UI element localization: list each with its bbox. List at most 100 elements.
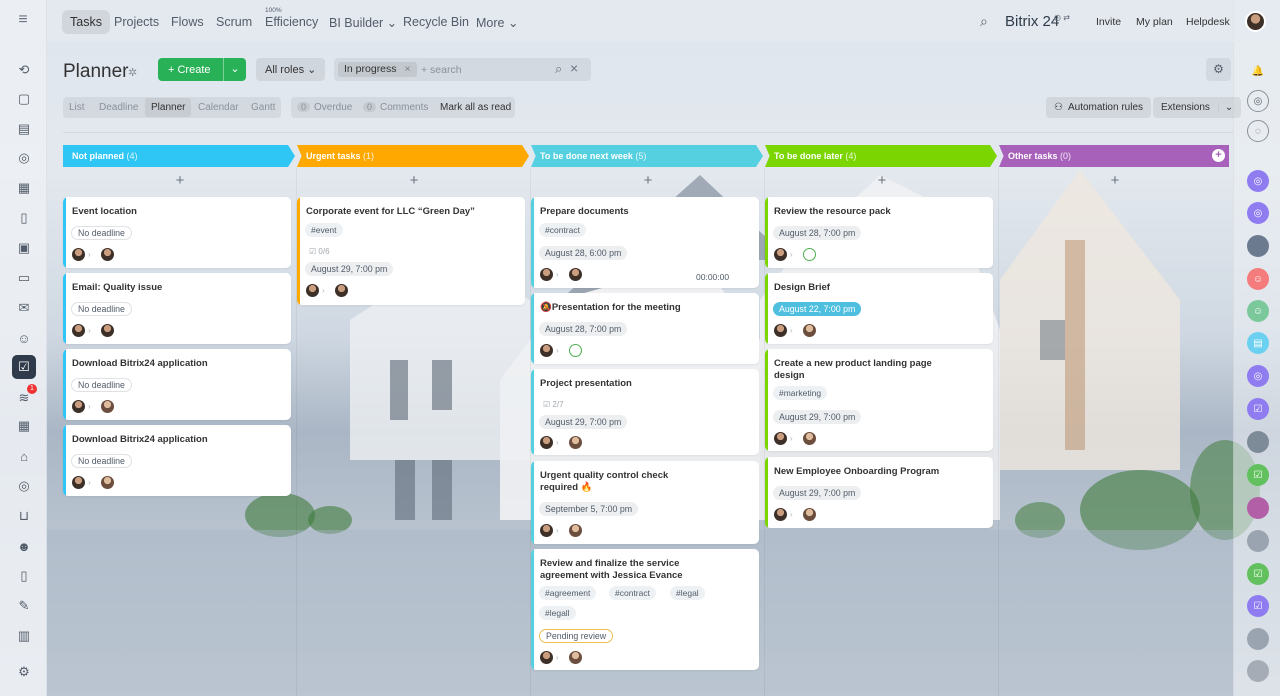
task-card[interactable]: Prepare documents #contract August 28, 6… (531, 197, 759, 288)
board-icon[interactable]: ▣ (14, 238, 34, 258)
employees-icon[interactable]: ☺ (14, 328, 34, 348)
task-card[interactable]: Create a new product landing page design… (765, 349, 993, 451)
creator-avatar[interactable] (540, 268, 553, 281)
add-task-button[interactable]: + (1105, 172, 1125, 189)
task-card[interactable]: Event location No deadline › (63, 197, 291, 268)
activity-icon[interactable]: ⟲ (14, 60, 34, 80)
search-chat-icon[interactable]: ◌ (1247, 120, 1269, 142)
creator-avatar[interactable] (72, 476, 85, 489)
deadline-badge[interactable]: September 5, 7:00 pm (539, 502, 639, 516)
creator-avatar[interactable] (306, 284, 319, 297)
tab-scrum[interactable]: Scrum (216, 15, 252, 29)
responsible-avatar[interactable] (569, 524, 582, 537)
docs-icon[interactable]: ▯ (14, 208, 34, 228)
task-chat-icon[interactable]: ☑ (1247, 464, 1269, 486)
task-card[interactable]: Email: Quality issue No deadline › (63, 273, 291, 344)
view-deadline[interactable]: Deadline (99, 102, 138, 113)
sign-icon[interactable]: ▯ (14, 566, 34, 586)
responsible-avatar[interactable] (803, 248, 816, 261)
task-tag[interactable]: #event (305, 223, 343, 237)
drive-icon[interactable]: ▭ (14, 268, 34, 288)
menu-icon[interactable]: ≡ (14, 12, 32, 28)
task-tag[interactable]: #legal (670, 586, 705, 600)
responsible-avatar[interactable] (101, 248, 114, 261)
copilot-chat-icon[interactable]: ◎ (1247, 170, 1269, 192)
responsible-avatar[interactable] (569, 651, 582, 664)
tab-efficiency[interactable]: Efficiency (265, 15, 318, 29)
avatar[interactable] (1247, 235, 1269, 257)
booking-icon[interactable]: ▦ (14, 416, 34, 436)
edit-icon[interactable]: ✎ (14, 596, 34, 616)
view-list[interactable]: List (69, 102, 85, 113)
deadline-badge[interactable]: No deadline (71, 226, 132, 240)
deadline-badge[interactable]: No deadline (71, 454, 132, 468)
mark-all-read-button[interactable]: Mark all as read (440, 102, 511, 113)
group-chat-icon[interactable]: ☺ (1247, 300, 1269, 322)
avatar[interactable] (1247, 660, 1269, 682)
deadline-badge[interactable]: August 28, 7:00 pm (539, 322, 628, 336)
creator-avatar[interactable] (774, 324, 787, 337)
responsible-avatar[interactable] (101, 476, 114, 489)
creator-avatar[interactable] (540, 344, 553, 357)
deadline-badge[interactable]: August 29, 7:00 pm (305, 262, 394, 276)
column-header-next-week[interactable]: To be done next week (5) (531, 145, 763, 167)
settings-button[interactable]: ⚙ (1206, 58, 1231, 81)
overdue-counter[interactable]: 0 Overdue (297, 102, 352, 113)
avatar[interactable] (1247, 530, 1269, 552)
creator-avatar[interactable] (540, 651, 553, 664)
chat-icon[interactable]: ▤ (1247, 332, 1269, 354)
task-tag[interactable]: #agreement (539, 586, 597, 600)
pin-icon[interactable]: ✲ (128, 66, 137, 79)
view-gantt[interactable]: Gantt (251, 102, 275, 113)
task-chat-icon[interactable]: ☑ (1247, 398, 1269, 420)
task-chat-icon[interactable]: ☑ (1247, 563, 1269, 585)
comments-counter[interactable]: 0 Comments (363, 102, 428, 113)
view-planner[interactable]: Planner (145, 98, 192, 117)
task-card[interactable]: New Employee Onboarding Program August 2… (765, 457, 993, 528)
task-tag[interactable]: #marketing (773, 386, 828, 400)
roles-dropdown[interactable]: All roles ⌄ (256, 58, 326, 81)
task-tag[interactable]: #contract (539, 223, 586, 237)
deadline-badge[interactable]: August 22, 7:00 pm (773, 302, 862, 316)
clear-icon[interactable]: × (570, 60, 578, 76)
responsible-avatar[interactable] (569, 268, 582, 281)
settings-icon[interactable]: ⚙ (14, 662, 34, 682)
add-column-icon[interactable]: + (1212, 149, 1225, 162)
search-input[interactable]: + search (421, 64, 462, 76)
analytics-icon[interactable]: ▥ (14, 626, 34, 646)
task-card[interactable]: Download Bitrix24 application No deadlin… (63, 349, 291, 420)
groups-icon[interactable]: ◎ (14, 148, 34, 168)
task-card[interactable]: Urgent quality control check required 🔥 … (531, 461, 759, 544)
column-header-urgent[interactable]: Urgent tasks (1) (297, 145, 529, 167)
sales-icon[interactable]: ◎ (14, 476, 34, 496)
responsible-avatar[interactable] (101, 324, 114, 337)
avatar[interactable] (1247, 431, 1269, 453)
task-card[interactable]: Review the resource pack August 28, 7:00… (765, 197, 993, 268)
task-tag[interactable]: #legall (539, 606, 576, 620)
crm-icon[interactable]: ≋ 1 (14, 384, 37, 408)
chevron-down-icon[interactable]: ⌄ (223, 58, 246, 81)
responsible-avatar[interactable] (803, 508, 816, 521)
creator-avatar[interactable] (72, 400, 85, 413)
filter-chip[interactable]: In progress × (338, 62, 417, 77)
responsible-avatar[interactable] (569, 436, 582, 449)
deadline-badge[interactable]: No deadline (71, 378, 132, 392)
tab-projects[interactable]: Projects (114, 15, 159, 29)
column-header-other[interactable]: Other tasks (0) (999, 145, 1229, 167)
filter-search-bar[interactable]: In progress × + search ⌕ × (334, 58, 591, 81)
extensions-button[interactable]: Extensions ⌄ (1153, 97, 1242, 118)
deadline-badge[interactable]: August 29, 7:00 pm (773, 486, 862, 500)
avatar[interactable] (1247, 628, 1269, 650)
chevron-down-icon[interactable]: ⌄ (1217, 102, 1233, 113)
responsible-avatar[interactable] (803, 432, 816, 445)
creator-avatar[interactable] (774, 432, 787, 445)
mail-icon[interactable]: ✉ (14, 298, 34, 318)
copilot-chat-icon[interactable]: ◎ (1247, 365, 1269, 387)
tab-recycle-bin[interactable]: Recycle Bin (403, 15, 469, 29)
tasks-icon[interactable]: ☑ (12, 355, 36, 379)
create-button[interactable]: + Create ⌄ (158, 58, 246, 81)
responsible-avatar[interactable] (803, 324, 816, 337)
column-header-later[interactable]: To be done later (4) (765, 145, 997, 167)
creator-avatar[interactable] (540, 436, 553, 449)
tab-flows[interactable]: Flows (171, 15, 204, 29)
